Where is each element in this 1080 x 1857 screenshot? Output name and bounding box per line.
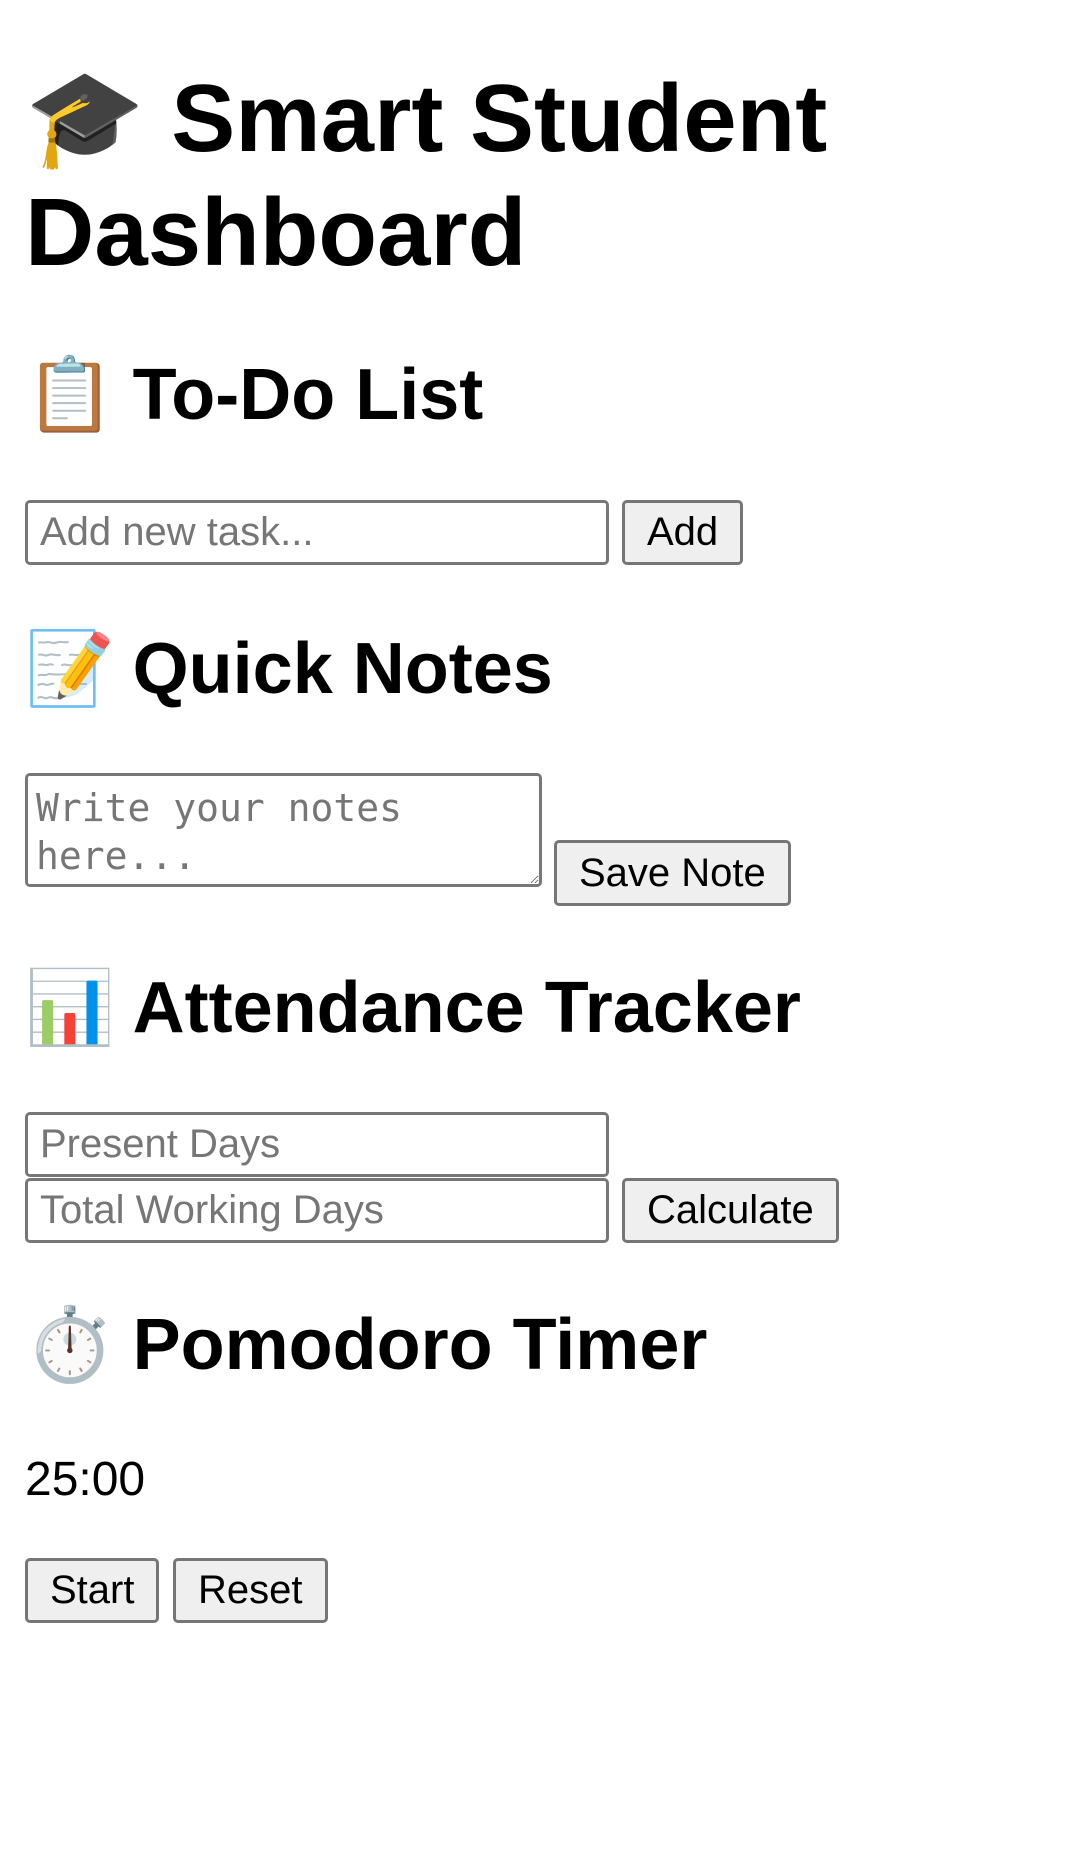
save-note-button[interactable]: Save Note [554, 840, 791, 906]
new-task-input[interactable] [25, 500, 609, 565]
notes-textarea[interactable] [25, 773, 542, 887]
page-title: 🎓 Smart Student Dashboard [25, 65, 828, 286]
timer-display: 25:00 [25, 1453, 146, 1506]
start-timer-button[interactable]: Start [25, 1558, 160, 1623]
attendance-heading-label: Attendance Tracker [132, 968, 801, 1048]
notes-heading: 📝 Quick Notes [25, 624, 553, 714]
clipboard-icon: 📋 [25, 355, 115, 435]
bar-chart-icon: 📊 [25, 968, 115, 1048]
pomodoro-heading-label: Pomodoro Timer [132, 1305, 708, 1385]
stopwatch-icon: ⏱️ [25, 1305, 115, 1385]
notes-heading-label: Quick Notes [132, 629, 553, 709]
reset-timer-button[interactable]: Reset [173, 1558, 328, 1623]
total-working-days-input[interactable] [25, 1178, 609, 1243]
todo-heading: 📋 To-Do List [25, 350, 483, 440]
calculate-attendance-button[interactable]: Calculate [622, 1178, 839, 1243]
add-task-button[interactable]: Add [622, 500, 744, 565]
pomodoro-heading: ⏱️ Pomodoro Timer [25, 1300, 707, 1390]
todo-heading-label: To-Do List [132, 355, 484, 435]
present-days-input[interactable] [25, 1112, 609, 1177]
memo-icon: 📝 [25, 629, 115, 709]
attendance-heading: 📊 Attendance Tracker [25, 963, 801, 1053]
